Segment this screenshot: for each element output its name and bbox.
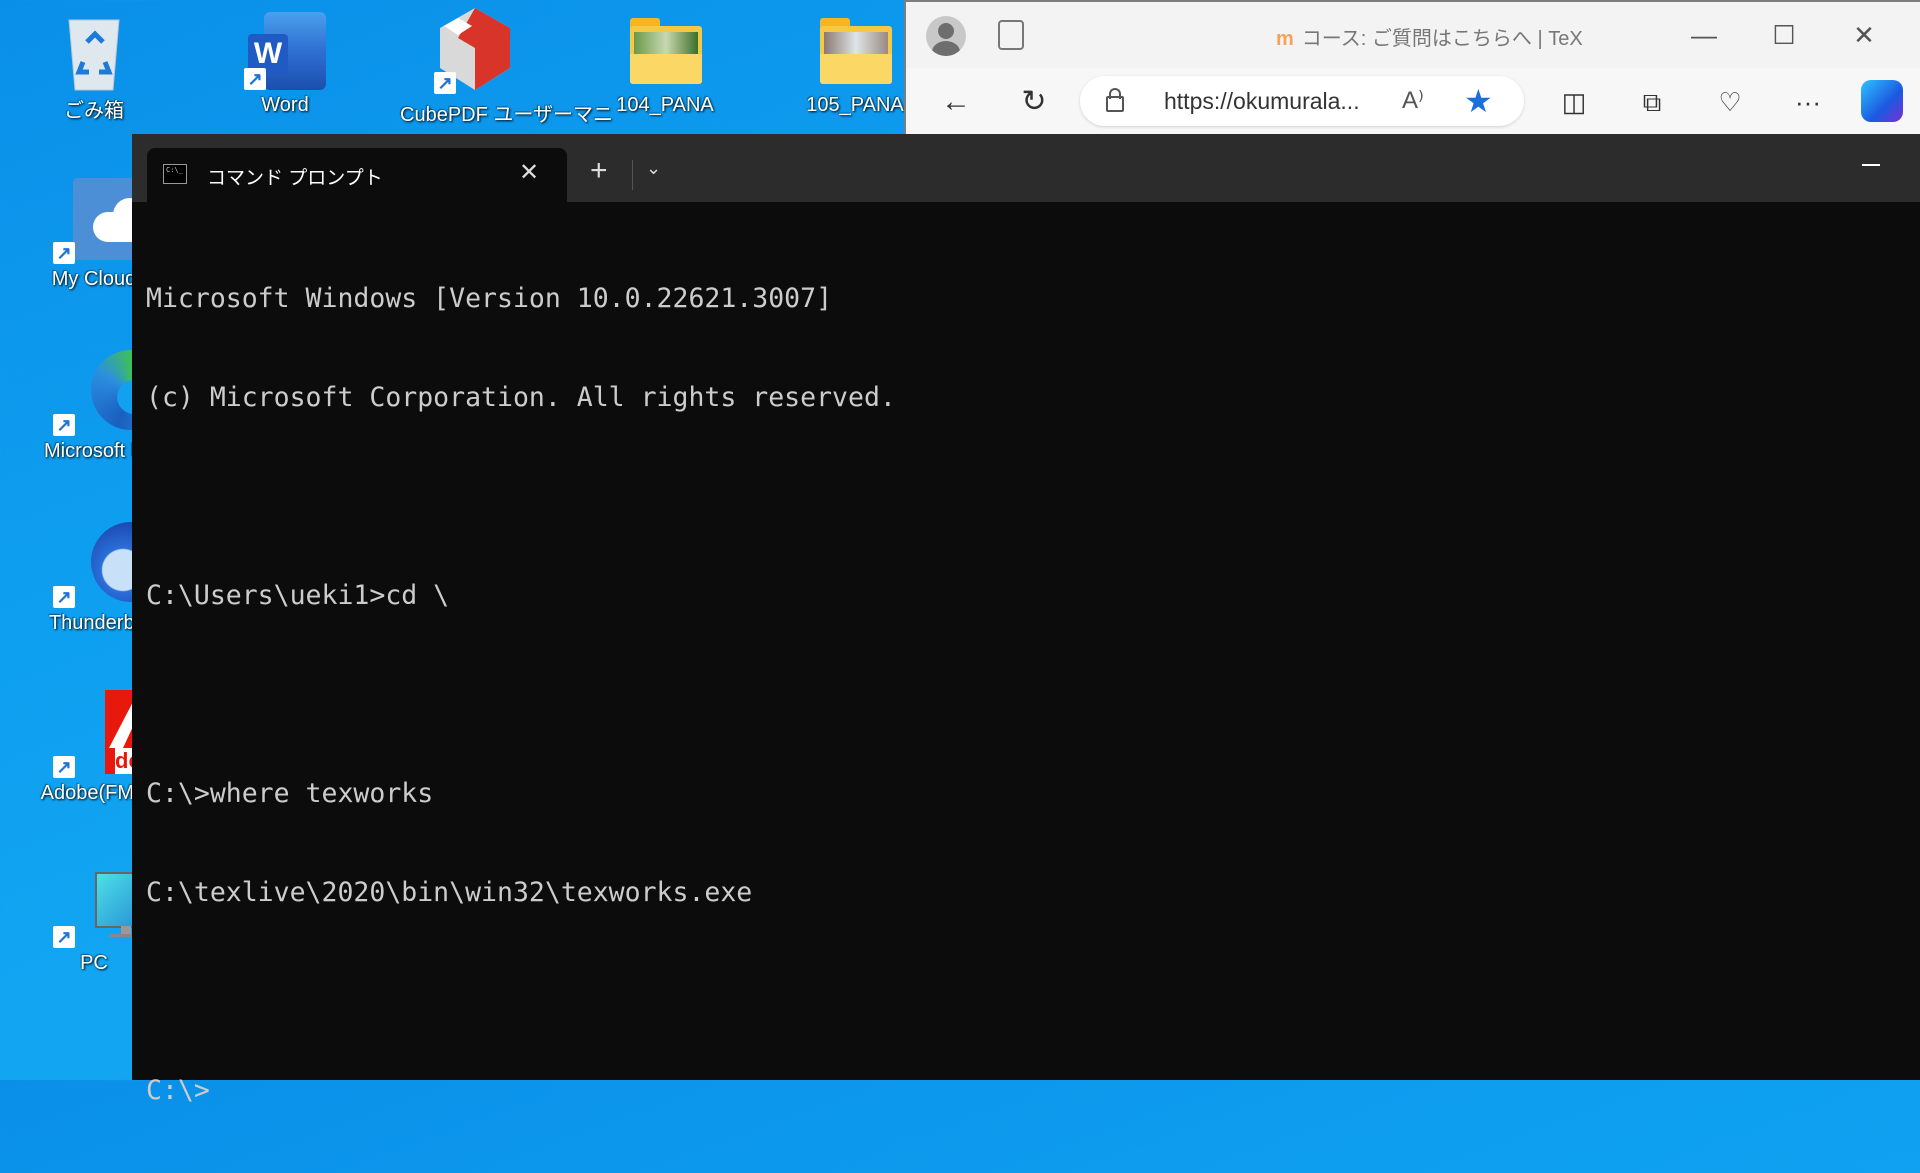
dropdown-chevron-icon[interactable]: ⌄ (646, 158, 661, 179)
shortcut-arrow-icon: ↗ (53, 242, 75, 264)
browser-essentials-icon[interactable]: ♡ (1710, 82, 1750, 122)
cubepdf-icon: ↗ (434, 8, 512, 94)
close-button[interactable]: ✕ (1844, 16, 1884, 54)
collections-icon[interactable]: ⧉ (1632, 82, 1672, 122)
moodle-favicon-icon: m (1276, 28, 1294, 50)
url-text[interactable]: https://okumurala... (1164, 88, 1360, 115)
terminal-window[interactable]: C:\_ コマンド プロンプト ✕ + ⌄ Microsoft Windows … (132, 134, 1920, 1106)
more-menu-icon[interactable]: ··· (1788, 82, 1828, 122)
terminal-line: ​ (146, 975, 1920, 1008)
terminal-prompt-line[interactable]: C:\> (146, 1074, 1920, 1107)
shortcut-arrow-icon: ↗ (53, 414, 75, 436)
new-tab-button[interactable]: + (590, 156, 608, 186)
adobe-icon: dobe ↗ (53, 690, 168, 778)
browser-tab-title[interactable]: m コース: ご質問はこちらへ | TeX (1276, 22, 1583, 51)
split-screen-icon[interactable]: ◫ (1554, 82, 1594, 122)
terminal-output[interactable]: Microsoft Windows [Version 10.0.22621.30… (146, 216, 1920, 1173)
tab-close-button[interactable]: ✕ (519, 158, 539, 187)
back-button[interactable]: ← (936, 82, 976, 122)
address-bar[interactable]: https://okumurala... A⁾ ★ (1080, 76, 1524, 126)
refresh-button[interactable]: ↻ (1014, 82, 1054, 122)
shortcut-arrow-icon: ↗ (53, 926, 75, 948)
terminal-line: ​ (146, 678, 1920, 711)
tab-separator (632, 160, 633, 190)
terminal-tab[interactable]: C:\_ コマンド プロンプト ✕ (147, 148, 567, 202)
shortcut-arrow-icon: ↗ (244, 68, 266, 90)
desktop-icon-recycle-bin[interactable]: ごみ箱 (19, 12, 169, 123)
terminal-line: ​ (146, 480, 1920, 513)
maximize-button[interactable]: ☐ (1764, 16, 1804, 54)
tab-actions-icon[interactable] (998, 20, 1024, 50)
folder-icon (818, 18, 892, 86)
thunderbird-icon: ↗ (53, 522, 171, 608)
terminal-tab-title: コマンド プロンプト (207, 168, 383, 189)
edge-icon: ↗ (53, 350, 171, 436)
command-prompt-icon: C:\_ (163, 164, 187, 184)
copilot-icon[interactable] (1861, 80, 1903, 122)
terminal-minimize-button[interactable] (1862, 164, 1880, 166)
terminal-line: C:\Users\ueki1>cd \ (146, 580, 450, 611)
shortcut-arrow-icon: ↗ (434, 72, 456, 94)
lock-icon[interactable] (1106, 88, 1124, 112)
browser-toolbar: ← ↻ https://okumurala... A⁾ ★ ◫ ⧉ ♡ ··· (906, 68, 1920, 134)
shortcut-arrow-icon: ↗ (53, 586, 75, 608)
recycle-bin-icon (57, 12, 131, 91)
pc-icon: ↗ (53, 870, 173, 948)
browser-window[interactable]: m コース: ご質問はこちらへ | TeX — ☐ ✕ ← ↻ https://o… (904, 0, 1920, 134)
desktop-icon-104-pana[interactable]: 104_PANA (590, 18, 740, 117)
favorite-star-icon[interactable]: ★ (1464, 82, 1493, 120)
word-icon: W ↗ (244, 12, 326, 90)
profile-avatar[interactable] (926, 16, 966, 56)
minimize-button[interactable]: — (1684, 16, 1724, 54)
browser-titlebar[interactable]: m コース: ご質問はこちらへ | TeX — ☐ ✕ (906, 2, 1920, 66)
terminal-line: (c) Microsoft Corporation. All rights re… (146, 382, 896, 413)
folder-icon (628, 18, 702, 86)
terminal-line: Microsoft Windows [Version 10.0.22621.30… (146, 283, 833, 314)
terminal-line: C:\texlive\2020\bin\win32\texworks.exe (146, 877, 753, 908)
desktop-icon-cubepdf[interactable]: ↗ CubePDF ユーザーマニ (400, 8, 613, 127)
cloud-icon: ↗ (53, 178, 153, 264)
read-aloud-icon[interactable]: A⁾ (1402, 86, 1424, 115)
shortcut-arrow-icon: ↗ (53, 756, 75, 778)
terminal-line: C:\>where texworks (146, 778, 434, 809)
desktop-icon-word[interactable]: W ↗ Word (210, 12, 360, 117)
terminal-tab-bar[interactable]: C:\_ コマンド プロンプト ✕ + ⌄ (132, 134, 1920, 202)
